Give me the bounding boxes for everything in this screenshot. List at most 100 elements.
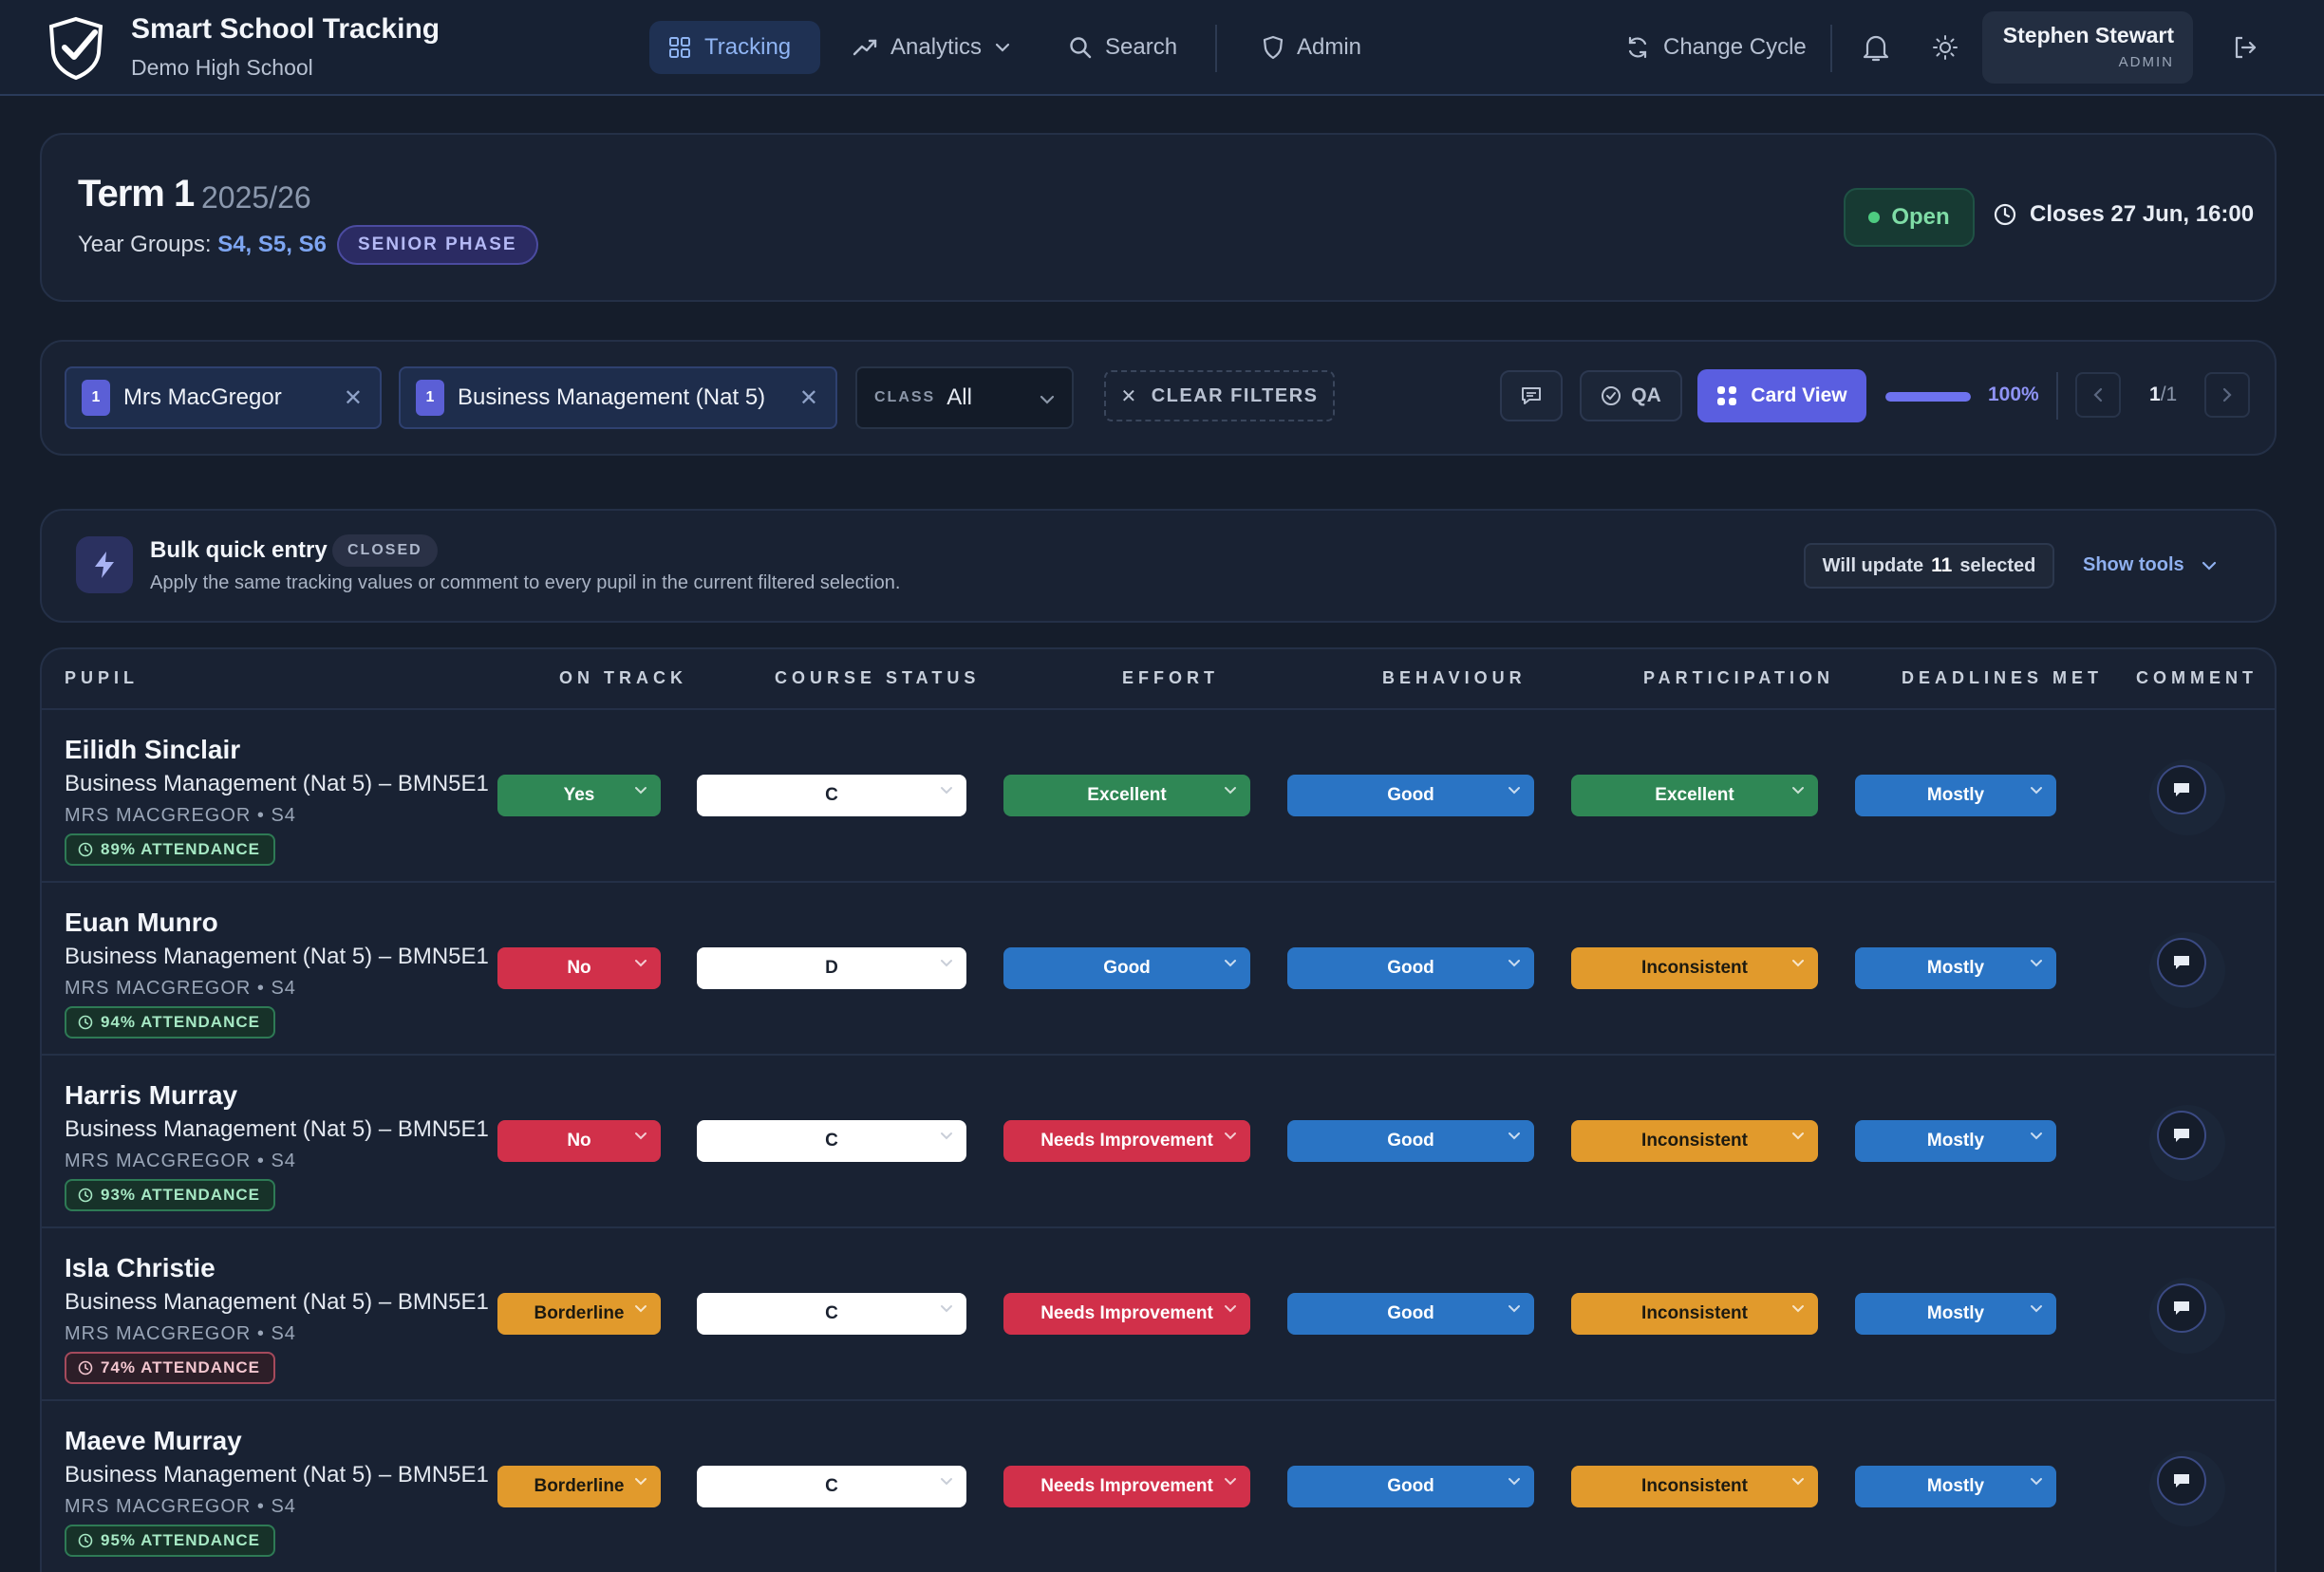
effort-select[interactable]: Good bbox=[1003, 947, 1250, 989]
pupil-name[interactable]: Isla Christie bbox=[65, 1253, 216, 1283]
course-filter-chip[interactable]: 1 Business Management (Nat 5) ✕ bbox=[399, 366, 837, 429]
qa-button[interactable]: QA bbox=[1580, 370, 1682, 421]
user-role: ADMIN bbox=[2118, 54, 2174, 70]
course-status-select-value: C bbox=[825, 785, 838, 805]
behaviour-select[interactable]: Good bbox=[1287, 775, 1534, 816]
comment-cell bbox=[2149, 1278, 2225, 1354]
comment-cell bbox=[2149, 1105, 2225, 1181]
next-page-button[interactable] bbox=[2204, 372, 2250, 418]
change-cycle-button[interactable]: Change Cycle bbox=[1606, 21, 1826, 74]
logout-button[interactable] bbox=[2221, 21, 2269, 74]
pupil-name[interactable]: Maeve Murray bbox=[65, 1426, 242, 1456]
participation-select[interactable]: Inconsistent bbox=[1571, 1120, 1818, 1162]
course-status-select[interactable]: C bbox=[697, 1120, 966, 1162]
teacher-filter-chip[interactable]: 1 Mrs MacGregor ✕ bbox=[65, 366, 382, 429]
course-status-select[interactable]: C bbox=[697, 1466, 966, 1507]
chevron-down-icon bbox=[634, 786, 647, 795]
comment-button[interactable] bbox=[2157, 1283, 2206, 1333]
behaviour-select-value: Good bbox=[1387, 958, 1434, 978]
participation-select[interactable]: Inconsistent bbox=[1571, 947, 1818, 989]
participation-select[interactable]: Inconsistent bbox=[1571, 1293, 1818, 1335]
participation-select-value: Inconsistent bbox=[1641, 1303, 1748, 1323]
comment-button[interactable] bbox=[2157, 765, 2206, 814]
remove-teacher-filter-icon[interactable]: ✕ bbox=[344, 384, 363, 412]
effort-select[interactable]: Needs Improvement bbox=[1003, 1466, 1250, 1507]
check-circle-icon bbox=[1601, 385, 1621, 406]
course-status-select[interactable]: C bbox=[697, 1293, 966, 1335]
comments-toggle-button[interactable] bbox=[1500, 370, 1563, 421]
behaviour-select[interactable]: Good bbox=[1287, 947, 1534, 989]
pupil-teacher: MRS MACGREGOR • S4 bbox=[65, 978, 296, 999]
prev-page-button[interactable] bbox=[2075, 372, 2121, 418]
clear-filters-label: CLEAR FILTERS bbox=[1151, 384, 1319, 406]
chevron-down-icon bbox=[1791, 1477, 1805, 1487]
participation-select-value: Inconsistent bbox=[1641, 1131, 1748, 1151]
behaviour-select[interactable]: Good bbox=[1287, 1120, 1534, 1162]
logout-icon bbox=[2233, 35, 2258, 60]
deadlines-select[interactable]: Mostly bbox=[1855, 1293, 2056, 1335]
deadlines-select[interactable]: Mostly bbox=[1855, 947, 2056, 989]
course-status-select[interactable]: D bbox=[697, 947, 966, 989]
completion-progress-fill bbox=[1885, 392, 1971, 402]
table-row: Isla Christie Business Management (Nat 5)… bbox=[40, 1226, 2277, 1399]
closing-time: Closes 27 Jun, 16:00 bbox=[1994, 201, 2254, 228]
behaviour-select[interactable]: Good bbox=[1287, 1293, 1534, 1335]
comment-icon bbox=[2172, 1127, 2191, 1144]
on-track-select[interactable]: Yes bbox=[497, 775, 661, 816]
deadlines-select[interactable]: Mostly bbox=[1855, 775, 2056, 816]
card-view-button[interactable]: Card View bbox=[1697, 369, 1866, 422]
chevron-down-icon bbox=[940, 786, 953, 795]
header-pupil: PUPIL bbox=[65, 668, 140, 687]
effort-select[interactable]: Excellent bbox=[1003, 775, 1250, 816]
behaviour-select-value: Good bbox=[1387, 1476, 1434, 1496]
course-status-select[interactable]: C bbox=[697, 775, 966, 816]
table-row: Maeve Murray Business Management (Nat 5) … bbox=[40, 1399, 2277, 1572]
status-label: Open bbox=[1891, 204, 1950, 230]
nav-admin[interactable]: Admin bbox=[1244, 21, 1380, 74]
behaviour-select[interactable]: Good bbox=[1287, 1466, 1534, 1507]
header-deadlines-met: DEADLINES MET bbox=[1902, 668, 2104, 687]
chevron-down-icon bbox=[1508, 786, 1521, 795]
on-track-select[interactable]: No bbox=[497, 947, 661, 989]
theme-toggle[interactable] bbox=[1921, 21, 1969, 74]
page-total: /1 bbox=[2160, 384, 2178, 405]
on-track-select[interactable]: Borderline bbox=[497, 1293, 661, 1335]
year-groups-label: Year Groups: bbox=[78, 232, 212, 257]
notifications-button[interactable] bbox=[1851, 21, 1901, 74]
attendance-badge: 95% ATTENDANCE bbox=[65, 1525, 275, 1557]
chevron-down-icon bbox=[634, 959, 647, 968]
effort-select[interactable]: Needs Improvement bbox=[1003, 1120, 1250, 1162]
on-track-select[interactable]: No bbox=[497, 1120, 661, 1162]
comment-button[interactable] bbox=[2157, 1111, 2206, 1160]
remove-course-filter-icon[interactable]: ✕ bbox=[799, 384, 818, 412]
nav-search[interactable]: Search bbox=[1050, 21, 1196, 74]
trend-icon bbox=[853, 37, 877, 58]
participation-select[interactable]: Excellent bbox=[1571, 775, 1818, 816]
pupil-name[interactable]: Harris Murray bbox=[65, 1080, 237, 1111]
clear-filters-button[interactable]: ✕ CLEAR FILTERS bbox=[1104, 370, 1335, 421]
table-row: Harris Murray Business Management (Nat 5)… bbox=[40, 1054, 2277, 1226]
nav-analytics[interactable]: Analytics bbox=[834, 21, 1029, 74]
message-icon bbox=[1520, 384, 1543, 407]
effort-select[interactable]: Needs Improvement bbox=[1003, 1293, 1250, 1335]
deadlines-select[interactable]: Mostly bbox=[1855, 1466, 2056, 1507]
comment-button[interactable] bbox=[2157, 1456, 2206, 1506]
course-filter-count: 1 bbox=[416, 380, 444, 416]
logo-icon[interactable] bbox=[42, 15, 110, 82]
pupil-name[interactable]: Eilidh Sinclair bbox=[65, 735, 240, 765]
pupil-name[interactable]: Euan Munro bbox=[65, 908, 218, 938]
behaviour-select-value: Good bbox=[1387, 785, 1434, 805]
show-tools-button[interactable]: Show tools bbox=[2083, 554, 2217, 576]
deadlines-select[interactable]: Mostly bbox=[1855, 1120, 2056, 1162]
class-select[interactable]: CLASS All bbox=[855, 366, 1074, 429]
comment-button[interactable] bbox=[2157, 938, 2206, 987]
user-menu[interactable]: Stephen Stewart ADMIN bbox=[1982, 11, 2193, 84]
nav-tracking[interactable]: Tracking bbox=[649, 21, 820, 74]
effort-select-value: Good bbox=[1103, 958, 1151, 978]
bolt-icon bbox=[76, 536, 133, 593]
participation-select[interactable]: Inconsistent bbox=[1571, 1466, 1818, 1507]
will-update-suffix: selected bbox=[1959, 554, 2036, 576]
participation-select-value: Inconsistent bbox=[1641, 1476, 1748, 1496]
on-track-select[interactable]: Borderline bbox=[497, 1466, 661, 1507]
chevron-down-icon bbox=[1791, 1132, 1805, 1141]
